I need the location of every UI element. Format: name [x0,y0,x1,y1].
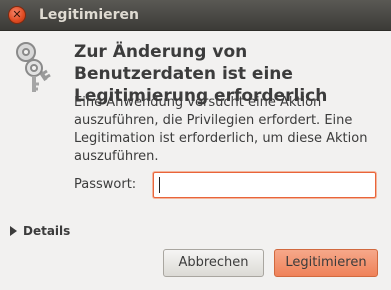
window-title: Legitimieren [39,7,139,23]
text-caret [159,177,160,193]
keys-icon [16,42,51,92]
details-label: Details [23,224,71,238]
cancel-button[interactable]: Abbrechen [163,249,264,277]
close-button[interactable]: ✕ [8,6,26,24]
expander-arrow-icon [10,226,17,236]
password-field[interactable] [153,172,376,198]
dialog-message: Eine Anwendung versucht eine Aktion ausz… [74,95,368,164]
authenticate-button[interactable]: Legitimieren [274,249,378,277]
password-label: Passwort: [74,177,137,192]
title-bar: ✕ Legitimieren [0,0,391,31]
details-expander[interactable]: Details [10,224,70,238]
